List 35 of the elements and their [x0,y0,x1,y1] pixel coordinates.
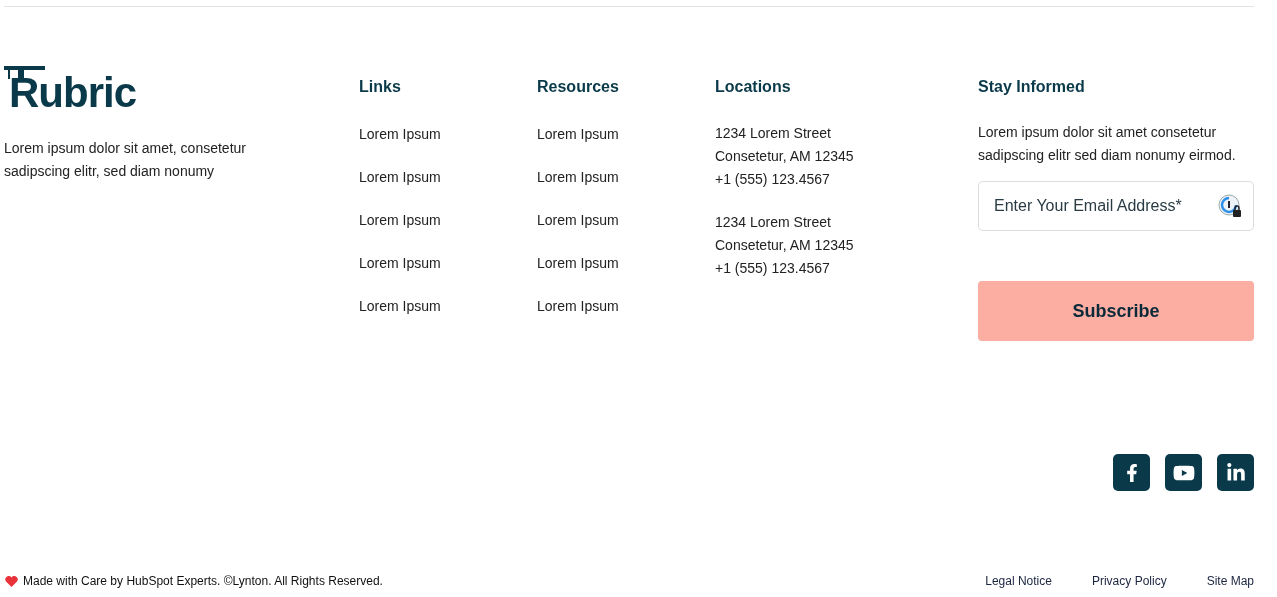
social-link[interactable] [1217,454,1254,491]
footer-link[interactable]: Lorem Ipsum [537,253,715,273]
subscribe-button[interactable]: Subscribe [978,281,1254,341]
credit-text: Made with Care by HubSpot Experts. ©Lynton. All Rights Reserved. [23,573,383,590]
address-city: Consetetur, AM 12345 [715,236,855,255]
address-street: 1234 Lorem Street [715,213,832,232]
footer-link[interactable]: Lorem Ipsum [359,124,537,144]
password-manager-icon[interactable] [1218,194,1242,218]
legal-link[interactable]: Site Map [1206,572,1254,590]
address-street: 1234 Lorem Street [715,124,832,143]
footer-link[interactable]: Lorem Ipsum [537,167,715,187]
footer-link[interactable]: Lorem Ipsum [537,296,715,316]
phone-number[interactable]: +1 (555) 123.4567 [715,168,978,191]
column-heading: Stay Informed [978,77,1086,97]
legal-link[interactable]: Legal Notice [985,572,1052,590]
phone-number[interactable]: +1 (555) 123.4567 [715,257,978,280]
newsletter-text: Lorem ipsum dolor sit amet consetetur sadipscing elitr sed diam nonumy eirmod. [978,123,1237,165]
address-city: Consetetur, AM 12345 [715,147,855,166]
social-link[interactable] [1165,454,1202,491]
column-heading: Resources [537,77,620,97]
column-heading: Links [359,77,402,97]
tagline: Lorem ipsum dolor sit amet, consetetur sadipscing elitr, sed diam nonumy [4,139,247,181]
footer-link[interactable]: Lorem Ipsum [359,210,537,230]
column-heading: Locations [715,77,792,97]
footer-link[interactable]: Lorem Ipsum [359,253,537,273]
footer-link[interactable]: Lorem Ipsum [359,296,537,316]
footer-link[interactable]: Lorem Ipsum [537,210,715,230]
email-field[interactable]: Enter Your Email Address* [978,181,1254,231]
logo[interactable]: Rubric [4,65,144,111]
heart-icon [5,575,18,587]
footer-link[interactable]: Lorem Ipsum [359,167,537,187]
linkedin-icon [1225,462,1246,483]
footer-link[interactable]: Lorem Ipsum [537,124,715,144]
legal-link[interactable]: Privacy Policy [1091,572,1167,590]
social-link[interactable] [1113,454,1150,491]
